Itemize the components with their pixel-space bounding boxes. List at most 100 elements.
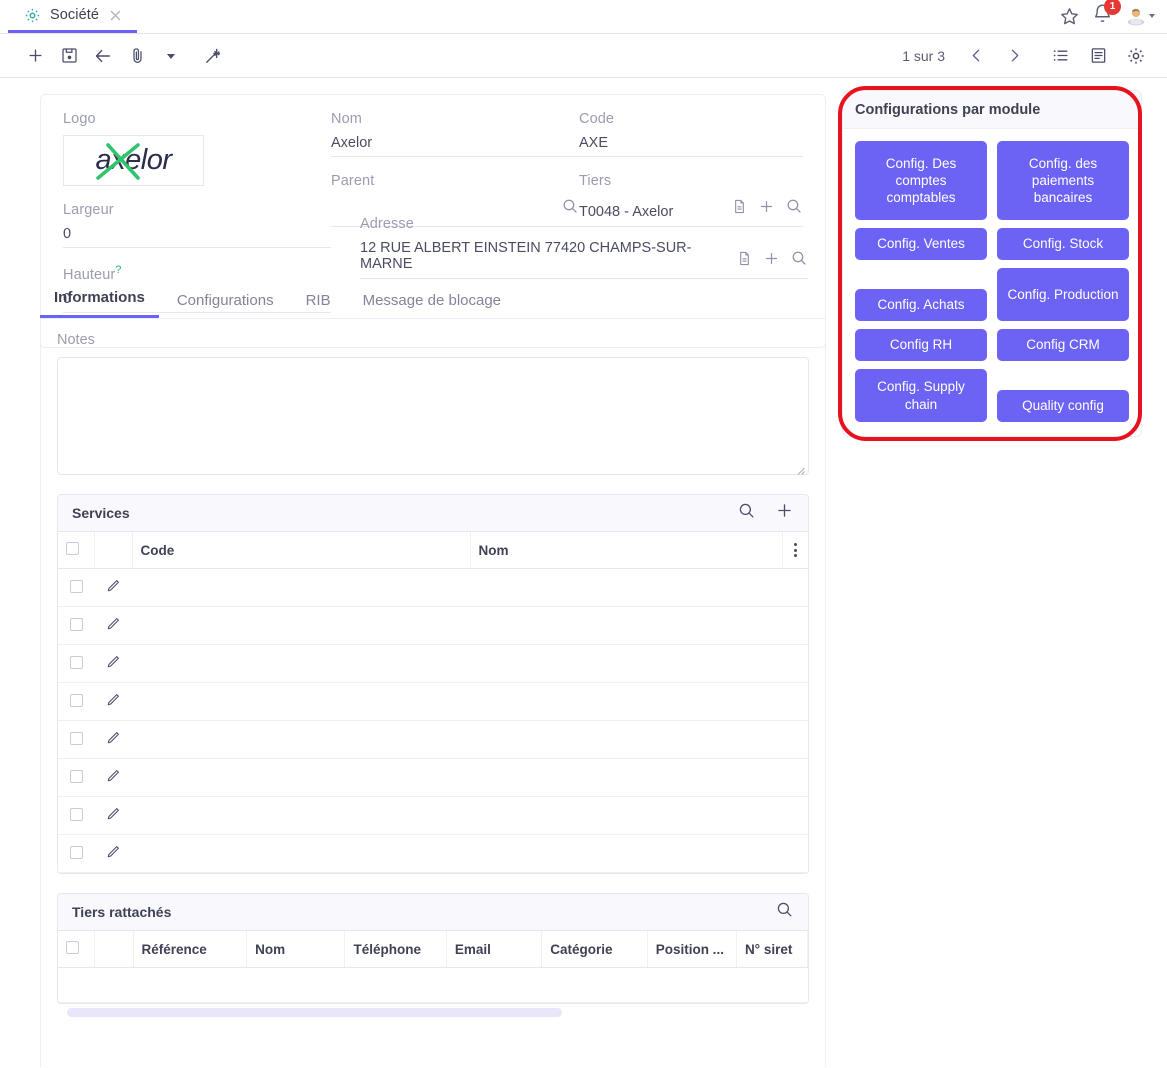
table-row[interactable] [58, 606, 808, 645]
row-checkbox[interactable] [69, 655, 83, 669]
column-header-nom[interactable]: Nom [246, 931, 346, 968]
tiers-table-body [58, 967, 808, 1003]
config-button-config-supply-chain[interactable]: Config. Supply chain [855, 369, 987, 422]
add-icon[interactable] [18, 39, 52, 73]
next-record-icon[interactable] [997, 39, 1031, 73]
column-header-cat-gorie[interactable]: Catégorie [541, 931, 648, 968]
edit-pencil-icon[interactable] [105, 656, 121, 673]
kebab-menu-icon[interactable] [791, 543, 801, 557]
column-header-n-siret[interactable]: N° siret [736, 931, 808, 968]
attachment-icon[interactable] [120, 39, 154, 73]
row-edit-cell[interactable] [94, 758, 132, 797]
field-largeur: Largeur 0 [63, 202, 331, 248]
tab-societe[interactable]: Société [8, 0, 138, 33]
add-icon[interactable] [763, 250, 780, 272]
edit-pencil-icon[interactable] [105, 694, 121, 711]
row-checkbox[interactable] [69, 731, 83, 745]
edit-pencil-icon[interactable] [105, 580, 121, 597]
cell-nom [470, 834, 782, 873]
tab-configurations[interactable]: Configurations [163, 282, 288, 318]
config-button-quality-config[interactable]: Quality config [997, 390, 1129, 422]
row-checkbox[interactable] [69, 617, 83, 631]
star-icon[interactable] [1059, 6, 1080, 27]
select-all-checkbox[interactable] [66, 941, 79, 954]
row-edit-cell[interactable] [94, 720, 132, 759]
config-button-config-stock[interactable]: Config. Stock [997, 228, 1129, 260]
row-edit-cell[interactable] [94, 796, 132, 835]
largeur-value[interactable]: 0 [63, 226, 331, 248]
nom-value[interactable]: Axelor [331, 135, 579, 157]
search-icon[interactable] [737, 501, 756, 525]
resize-handle-icon[interactable] [795, 462, 805, 475]
column-header-r-f-rence[interactable]: Référence [133, 931, 248, 968]
row-edit-cell[interactable] [94, 644, 132, 683]
row-checkbox[interactable] [69, 579, 83, 593]
row-edit-cell[interactable] [94, 682, 132, 721]
help-marker[interactable]: ? [115, 264, 121, 276]
services-grid-panel: Services Code Nom [57, 494, 809, 874]
edit-pencil-icon[interactable] [105, 618, 121, 635]
row-edit-cell[interactable] [94, 606, 132, 645]
table-row[interactable] [58, 720, 808, 759]
column-header-t-l-phone[interactable]: Téléphone [344, 931, 447, 968]
search-icon[interactable] [775, 900, 794, 924]
gear-icon[interactable] [1119, 39, 1153, 73]
row-checkbox[interactable] [69, 807, 83, 821]
table-row[interactable] [58, 682, 808, 721]
close-icon[interactable] [108, 8, 123, 23]
config-button-config-ventes[interactable]: Config. Ventes [855, 228, 987, 260]
dropdown-caret-icon[interactable] [154, 39, 188, 73]
search-icon[interactable] [790, 249, 808, 272]
edit-pencil-icon[interactable] [105, 770, 121, 787]
tab-rib[interactable]: RIB [292, 282, 345, 318]
back-icon[interactable] [86, 39, 120, 73]
code-value[interactable]: AXE [579, 135, 803, 157]
config-button-config-des-comptes-comptables[interactable]: Config. Des comptes comptables [855, 141, 987, 220]
config-button-config-achats[interactable]: Config. Achats [855, 289, 987, 321]
column-options-menu[interactable] [782, 532, 808, 569]
column-header-email[interactable]: Email [446, 931, 543, 968]
tab-message-de-blocage[interactable]: Message de blocage [349, 282, 515, 318]
edit-pencil-icon[interactable] [105, 732, 121, 749]
add-icon[interactable] [775, 501, 794, 525]
column-header-nom[interactable]: Nom [470, 532, 783, 569]
tab-informations[interactable]: Informations [40, 279, 159, 318]
row-edit-cell[interactable] [94, 568, 132, 607]
table-row[interactable] [58, 834, 808, 873]
cell-nom [470, 720, 782, 759]
table-row[interactable] [58, 644, 808, 683]
edit-pencil-icon[interactable] [105, 846, 121, 863]
config-button-config-production[interactable]: Config. Production [997, 268, 1129, 321]
config-button-config-des-paiements-bancaires[interactable]: Config. des paiements bancaires [997, 141, 1129, 220]
table-row[interactable] [58, 758, 808, 797]
column-header-code[interactable]: Code [132, 532, 471, 569]
chevron-down-icon[interactable] [1149, 14, 1155, 18]
magic-wand-icon[interactable] [196, 39, 230, 73]
form-view-icon[interactable] [1081, 39, 1115, 73]
row-checkbox[interactable] [69, 845, 83, 859]
edit-pencil-icon[interactable] [105, 808, 121, 825]
avatar[interactable] [1125, 5, 1155, 27]
config-button-config-rh[interactable]: Config RH [855, 329, 987, 361]
browser-tab-bar: Société 1 [0, 0, 1167, 34]
notes-input[interactable] [57, 357, 809, 475]
adresse-value[interactable]: 12 RUE ALBERT EINSTEIN 77420 CHAMPS-SUR-… [360, 240, 728, 274]
horizontal-scrollbar[interactable] [67, 1008, 562, 1017]
table-row[interactable] [58, 796, 808, 835]
select-all-checkbox[interactable] [66, 542, 79, 555]
document-icon[interactable] [736, 250, 753, 272]
config-button-cell: Config. Stock [997, 228, 1129, 260]
cell-code [132, 644, 470, 683]
list-view-icon[interactable] [1043, 39, 1077, 73]
company-logo[interactable]: axelor [63, 135, 204, 186]
row-checkbox[interactable] [69, 693, 83, 707]
config-button-config-crm[interactable]: Config CRM [997, 329, 1129, 361]
save-icon[interactable] [52, 39, 86, 73]
prev-record-icon[interactable] [959, 39, 993, 73]
notifications-bell[interactable]: 1 [1092, 0, 1121, 29]
table-row[interactable] [58, 568, 808, 607]
row-checkbox[interactable] [69, 769, 83, 783]
row-edit-cell[interactable] [94, 834, 132, 873]
adresse-input-row[interactable]: 12 RUE ALBERT EINSTEIN 77420 CHAMPS-SUR-… [360, 240, 808, 279]
column-header-position[interactable]: Position ... [647, 931, 737, 968]
